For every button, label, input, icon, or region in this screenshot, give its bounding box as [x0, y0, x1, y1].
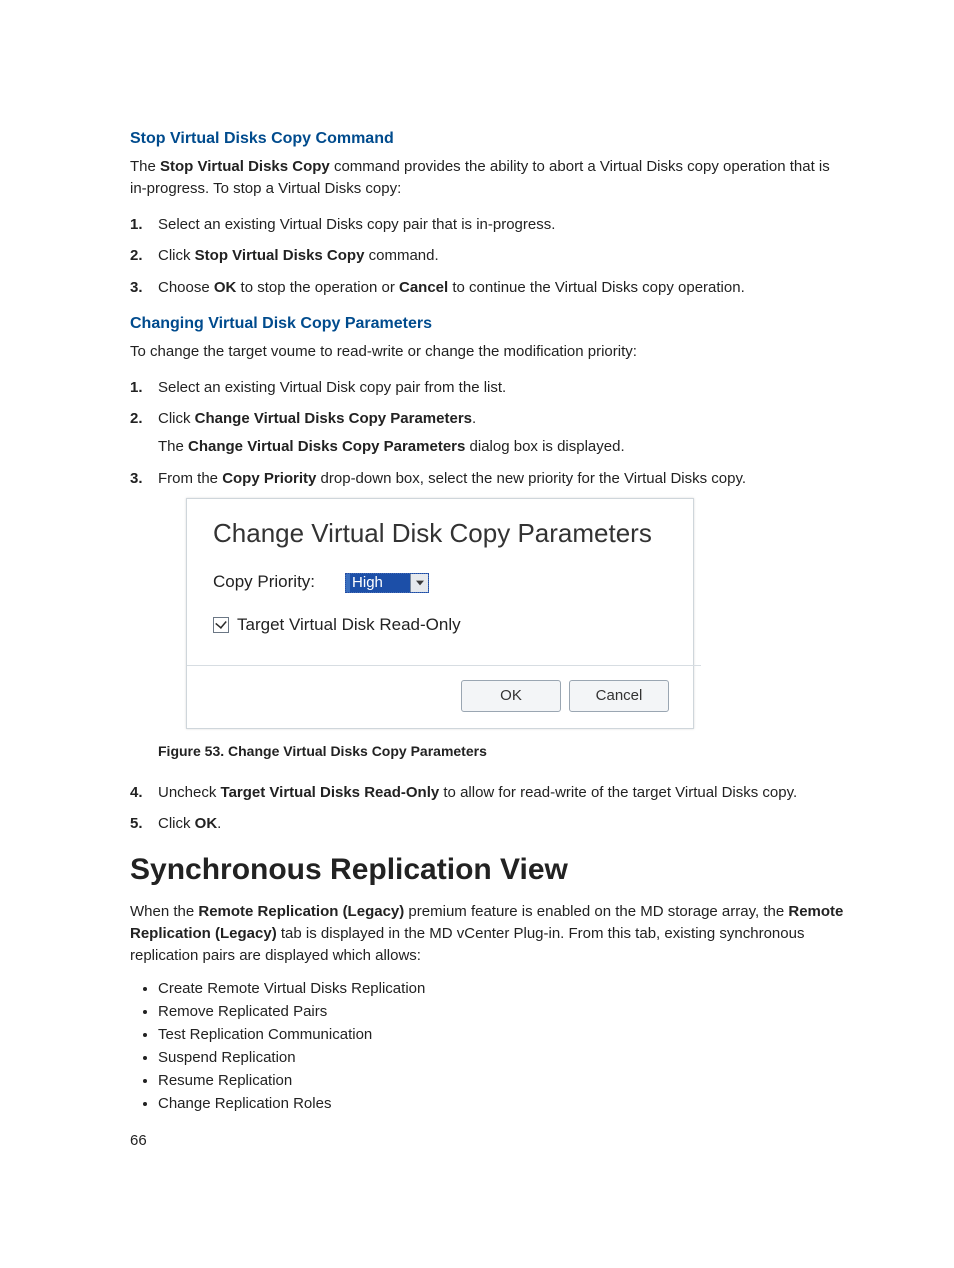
list-item: Uncheck Target Virtual Disks Read-Only t…	[158, 782, 844, 804]
text-bold: Change Virtual Disks Copy Parameters	[195, 410, 472, 427]
text-bold: OK	[195, 815, 218, 832]
text: .	[217, 815, 221, 832]
text: Choose	[158, 279, 214, 296]
dialog-screenshot: Change Virtual Disk Copy Parameters Copy…	[186, 498, 694, 730]
text: When the	[130, 903, 198, 920]
dropdown-selected: High	[350, 574, 410, 592]
text: Select an existing Virtual Disk copy pai…	[158, 379, 506, 396]
figure-caption: Figure 53. Change Virtual Disks Copy Par…	[158, 741, 844, 761]
list-item: Create Remote Virtual Disks Replication	[158, 980, 844, 997]
text: The	[158, 438, 188, 455]
section-heading-change: Changing Virtual Disk Copy Parameters	[130, 315, 844, 333]
text: dialog box is displayed.	[465, 438, 624, 455]
page-number: 66	[130, 1132, 844, 1149]
document-page: Stop Virtual Disks Copy Command The Stop…	[0, 0, 954, 1209]
paragraph: To change the target voume to read-write…	[130, 341, 844, 363]
bullet-list: Create Remote Virtual Disks Replication …	[130, 980, 844, 1112]
copy-priority-label: Copy Priority:	[213, 570, 315, 595]
section-heading-stop: Stop Virtual Disks Copy Command	[130, 130, 844, 148]
text: premium feature is enabled on the MD sto…	[404, 903, 788, 920]
cancel-button[interactable]: Cancel	[569, 680, 669, 712]
list-item: Resume Replication	[158, 1072, 844, 1089]
text: command.	[364, 247, 438, 264]
list-item: Select an existing Virtual Disks copy pa…	[158, 214, 844, 236]
heading-sync: Synchronous Replication View	[130, 853, 844, 887]
text: .	[472, 410, 476, 427]
target-readonly-checkbox[interactable]	[213, 617, 229, 633]
ordered-list: Select an existing Virtual Disks copy pa…	[130, 214, 844, 299]
list-item: Click Stop Virtual Disks Copy command.	[158, 245, 844, 267]
text-bold: Change Virtual Disks Copy Parameters	[188, 438, 465, 455]
text-bold: Remote Replication (Legacy)	[198, 903, 404, 920]
dialog-title: Change Virtual Disk Copy Parameters	[213, 515, 675, 553]
list-item: Change Replication Roles	[158, 1095, 844, 1112]
list-item: Select an existing Virtual Disk copy pai…	[158, 377, 844, 399]
list-item: Test Replication Communication	[158, 1026, 844, 1043]
text-bold: Copy Priority	[222, 470, 316, 487]
text: From the	[158, 470, 222, 487]
text-bold: OK	[214, 279, 237, 296]
list-item: Choose OK to stop the operation or Cance…	[158, 277, 844, 299]
text-bold: Target Virtual Disks Read-Only	[221, 784, 440, 801]
chevron-down-icon[interactable]	[410, 574, 428, 592]
list-item: Remove Replicated Pairs	[158, 1003, 844, 1020]
text-bold: Cancel	[399, 279, 448, 296]
divider	[187, 665, 701, 666]
text-bold: Stop Virtual Disks Copy	[195, 247, 365, 264]
text: The	[130, 158, 160, 175]
ok-button[interactable]: OK	[461, 680, 561, 712]
text: to stop the operation or	[236, 279, 399, 296]
list-item: Click Change Virtual Disks Copy Paramete…	[158, 408, 844, 458]
copy-priority-dropdown[interactable]: High	[345, 573, 429, 593]
list-item: Suspend Replication	[158, 1049, 844, 1066]
list-item: Click OK.	[158, 813, 844, 835]
ordered-list: Select an existing Virtual Disk copy pai…	[130, 377, 844, 836]
text: drop-down box, select the new priority f…	[316, 470, 746, 487]
list-item: From the Copy Priority drop-down box, se…	[158, 468, 844, 762]
paragraph: The Stop Virtual Disks Copy command prov…	[130, 156, 844, 200]
paragraph: When the Remote Replication (Legacy) pre…	[130, 901, 844, 966]
text: Uncheck	[158, 784, 221, 801]
text: Click	[158, 247, 195, 264]
target-readonly-label: Target Virtual Disk Read-Only	[237, 613, 461, 638]
text: Select an existing Virtual Disks copy pa…	[158, 216, 555, 233]
text: to continue the Virtual Disks copy opera…	[448, 279, 745, 296]
text: Click	[158, 410, 195, 427]
text: Click	[158, 815, 195, 832]
text-bold: Stop Virtual Disks Copy	[160, 158, 330, 175]
text: to allow for read-write of the target Vi…	[439, 784, 797, 801]
